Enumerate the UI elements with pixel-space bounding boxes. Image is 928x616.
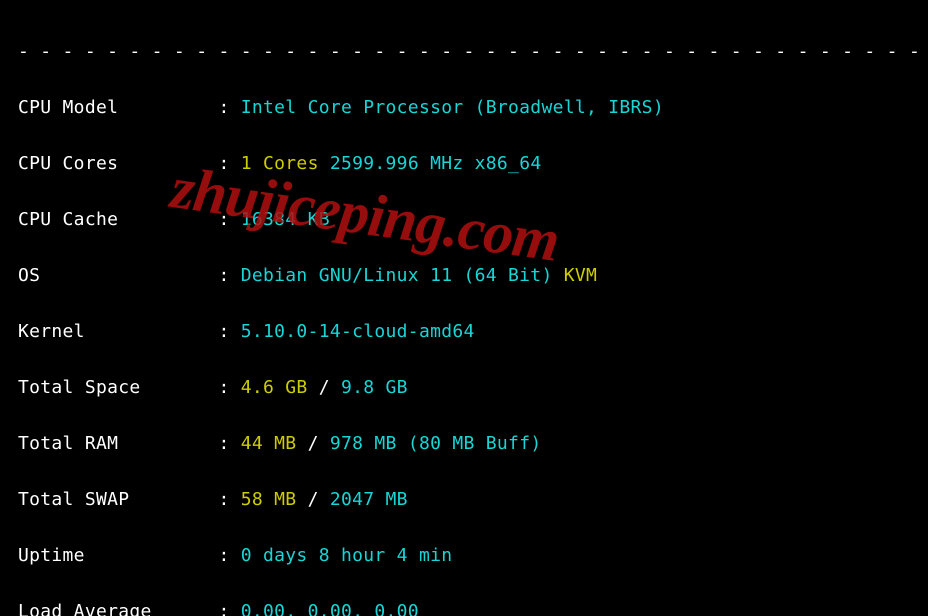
cpu-cores-freq: 2599.996 MHz [330,153,475,174]
kernel-value: 5.10.0-14-cloud-amd64 [241,321,475,342]
terminal-output: - - - - - - - - - - - - - - - - - - - - … [0,0,928,616]
row-kernel: Kernel : 5.10.0-14-cloud-amd64 [18,318,910,346]
field-label: CPU Cache [18,209,218,230]
row-cpu-cache: CPU Cache : 16384 KB [18,206,910,234]
row-uptime: Uptime : 0 days 8 hour 4 min [18,542,910,570]
ram-used: 44 MB [241,433,308,454]
cpu-model-value: Intel Core Processor (Broadwell, IBRS) [241,97,664,118]
field-label: CPU Cores [18,153,218,174]
uptime-value: 0 days 8 hour 4 min [241,545,453,566]
os-value: Debian GNU/Linux 11 (64 Bit) [241,265,564,286]
space-used: 4.6 GB [241,377,319,398]
load-value: 0.00, 0.00, 0.00 [241,601,419,616]
row-cpu-model: CPU Model : Intel Core Processor (Broadw… [18,94,910,122]
field-label: Load Average [18,601,218,616]
row-os: OS : Debian GNU/Linux 11 (64 Bit) KVM [18,262,910,290]
row-load: Load Average : 0.00, 0.00, 0.00 [18,598,910,616]
field-label: Total Space [18,377,218,398]
field-label: Uptime [18,545,218,566]
cpu-cores-count: 1 Cores [241,153,330,174]
space-total: 9.8 GB [341,377,408,398]
field-label: Kernel [18,321,218,342]
ram-total: 978 MB [330,433,408,454]
sep: / [308,489,330,510]
swap-total: 2047 MB [330,489,408,510]
row-total-space: Total Space : 4.6 GB / 9.8 GB [18,374,910,402]
swap-used: 58 MB [241,489,308,510]
row-total-ram: Total RAM : 44 MB / 978 MB (80 MB Buff) [18,430,910,458]
sep: / [319,377,341,398]
sep: / [308,433,330,454]
field-label: OS [18,265,218,286]
divider: - - - - - - - - - - - - - - - - - - - - … [18,38,910,66]
row-cpu-cores: CPU Cores : 1 Cores 2599.996 MHz x86_64 [18,150,910,178]
field-label: CPU Model [18,97,218,118]
field-label: Total SWAP [18,489,218,510]
ram-buff: (80 MB Buff) [408,433,542,454]
cpu-cache-value: 16384 KB [241,209,330,230]
row-total-swap: Total SWAP : 58 MB / 2047 MB [18,486,910,514]
field-label: Total RAM [18,433,218,454]
os-virt: KVM [564,265,597,286]
cpu-cores-arch: x86_64 [475,153,542,174]
